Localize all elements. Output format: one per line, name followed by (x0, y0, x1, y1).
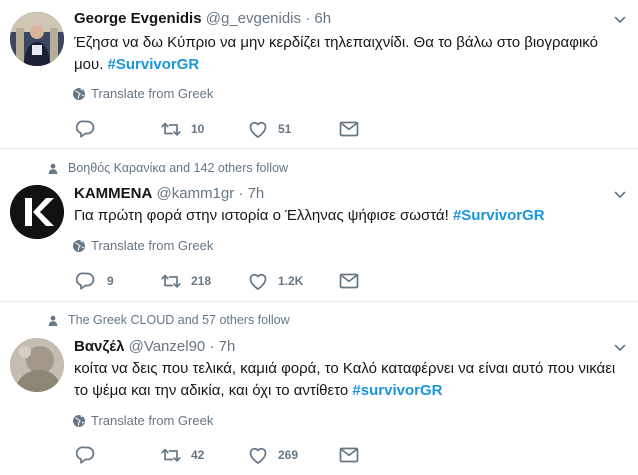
display-name[interactable]: Βανζέλ (74, 338, 124, 355)
separator-dot: · (209, 338, 215, 355)
social-context[interactable]: Βοηθός Καρανίκα and 142 others follow (48, 161, 288, 175)
social-context-label: The Greek CLOUD and 57 others follow (68, 313, 290, 327)
timestamp[interactable]: 7h (248, 185, 265, 202)
globe-icon (72, 239, 86, 252)
heart-icon (249, 447, 267, 464)
tweet-text-line: το ψέμα και την αδικία, και όχι το αντίθ… (74, 380, 630, 402)
person-icon (48, 163, 58, 174)
globe-icon (72, 414, 86, 427)
retweet-icon (161, 448, 181, 462)
tweet-header: Βανζέλ @Vanzel90 · 7h (74, 338, 235, 355)
like-button[interactable]: 51 (247, 118, 291, 140)
reply-icon (76, 120, 95, 138)
timestamp[interactable]: 6h (314, 10, 331, 27)
kammena-logo (10, 185, 64, 239)
tweet-header: George Evgenidis @g_evgenidis · 6h (74, 10, 331, 27)
globe-icon (72, 87, 86, 100)
mail-icon (339, 447, 359, 463)
chevron-down-icon[interactable] (614, 189, 626, 201)
like-count: 1.2K (278, 274, 304, 288)
like-button[interactable]: 1.2K (247, 270, 303, 292)
tweet-george-evgenidis[interactable]: George Evgenidis @g_evgenidis · 6h Έζησα… (0, 0, 638, 148)
social-context-label: Βοηθός Καρανίκα and 142 others follow (68, 161, 289, 175)
hashtag-link[interactable]: #survivorGR (352, 382, 442, 399)
reply-icon (76, 272, 95, 290)
avatar-photo (10, 12, 64, 66)
tweet-text-line: Έζησα να δω Κύπριο να μην κερδίζει τηλεπ… (74, 34, 598, 51)
retweet-count: 42 (191, 448, 205, 462)
social-context[interactable]: The Greek CLOUD and 57 others follow (48, 313, 290, 327)
hashtag-link[interactable]: #SurvivorGR (108, 56, 200, 73)
tweet-text-fragment: Για πρώτη φορά στην ιστορία ο Έλληνας ψή… (74, 207, 453, 224)
translate-link[interactable]: Translate from Greek (72, 86, 213, 101)
retweet-button[interactable]: 10 (160, 118, 204, 140)
translate-label: Translate from Greek (91, 86, 214, 101)
translate-link[interactable]: Translate from Greek (72, 238, 213, 253)
user-handle[interactable]: @Vanzel90 (129, 338, 206, 355)
retweet-icon (161, 274, 181, 288)
chevron-down-icon[interactable] (614, 14, 626, 26)
tweet-text-line: κοίτα να δεις που τελικά, καμιά φορά, το… (74, 360, 616, 377)
avatar[interactable] (10, 338, 64, 392)
display-name[interactable]: George Evgenidis (74, 10, 202, 27)
heart-icon (249, 121, 267, 138)
like-button[interactable]: 269 (247, 444, 298, 466)
tweet-text-fragment: μου. (74, 56, 108, 73)
retweet-count: 10 (191, 122, 205, 136)
tweet-text: Έζησα να δω Κύπριο να μην κερδίζει τηλεπ… (74, 32, 630, 76)
avatar[interactable] (10, 185, 64, 239)
separator-dot: · (238, 185, 244, 202)
retweet-count: 218 (191, 274, 212, 288)
mail-icon (339, 273, 359, 289)
reply-count: 9 (107, 274, 114, 288)
translate-label: Translate from Greek (91, 238, 214, 253)
reply-button[interactable] (76, 118, 107, 140)
display-name[interactable]: ΚΑΜΜΕΝΑ (74, 185, 152, 202)
like-count: 269 (278, 448, 299, 462)
person-icon (48, 315, 58, 326)
hashtag-link[interactable]: #SurvivorGR (453, 207, 545, 224)
direct-message-button[interactable] (338, 270, 360, 292)
retweet-button[interactable]: 42 (160, 444, 204, 466)
heart-icon (249, 273, 267, 290)
chevron-down-icon[interactable] (614, 342, 626, 354)
like-count: 51 (278, 122, 292, 136)
tweet-text: κοίτα να δεις που τελικά, καμιά φορά, το… (74, 358, 630, 402)
tweet-kammena[interactable]: Βοηθός Καρανίκα and 142 others follow ΚΑ… (0, 149, 638, 301)
reply-button[interactable] (76, 444, 107, 466)
mail-icon (339, 121, 359, 137)
tweet-vanzel[interactable]: The Greek CLOUD and 57 others follow Βαν… (0, 302, 638, 475)
retweet-icon (161, 122, 181, 136)
separator-dot: · (305, 10, 311, 27)
translate-link[interactable]: Translate from Greek (72, 413, 213, 428)
tweet-text-line: Για πρώτη φορά στην ιστορία ο Έλληνας ψή… (74, 205, 630, 227)
retweet-button[interactable]: 218 (160, 270, 211, 292)
translate-label: Translate from Greek (91, 413, 214, 428)
tweet-text-fragment: το ψέμα και την αδικία, και όχι το αντίθ… (74, 382, 353, 399)
direct-message-button[interactable] (338, 444, 360, 466)
direct-message-button[interactable] (338, 118, 360, 140)
avatar-photo (10, 338, 64, 392)
tweet-header: ΚΑΜΜΕΝΑ @kamm1gr · 7h (74, 185, 264, 202)
tweet-text-line: μου. #SurvivorGR (74, 54, 630, 76)
user-handle[interactable]: @kamm1gr (157, 185, 235, 202)
reply-icon (76, 446, 95, 464)
timestamp[interactable]: 7h (219, 338, 236, 355)
reply-button[interactable]: 9 (76, 270, 114, 292)
user-handle[interactable]: @g_evgenidis (206, 10, 301, 27)
avatar[interactable] (10, 12, 64, 66)
tweet-text: Για πρώτη φορά στην ιστορία ο Έλληνας ψή… (74, 205, 630, 227)
